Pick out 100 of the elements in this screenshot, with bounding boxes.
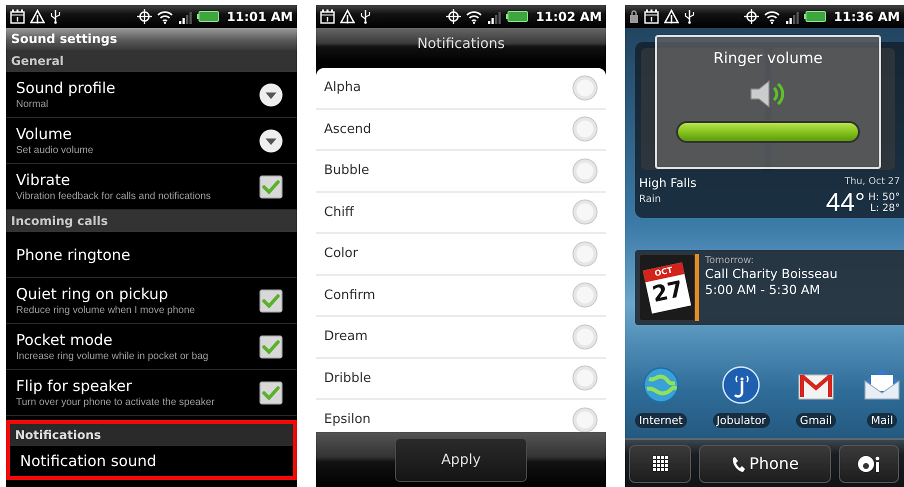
event-time: 5:00 AM - 5:30 AM xyxy=(705,282,822,298)
option-label: Color xyxy=(324,246,358,262)
section-header: Incoming calls xyxy=(6,210,297,232)
city-name: High Falls xyxy=(639,176,696,190)
radio-button[interactable] xyxy=(572,406,598,432)
checkbox[interactable] xyxy=(259,380,283,404)
checkbox[interactable] xyxy=(259,288,283,312)
option-label: Bubble xyxy=(324,163,370,178)
option-row[interactable]: Confirm xyxy=(316,276,606,317)
settings-row[interactable]: Pocket mode Increase ring volume while in pocket or bag xyxy=(6,324,297,370)
row-subtitle: Set audio volume xyxy=(16,145,94,156)
settings-row[interactable]: Flip for speaker Turn over your phone to activate the speaker xyxy=(6,370,297,416)
option-label: Dribble xyxy=(324,370,372,386)
wifi-icon xyxy=(466,10,482,24)
row-subtitle: Reduce ring volume when I move phone xyxy=(16,305,195,316)
row-title: Vibrate xyxy=(16,171,72,189)
app-drawer-button[interactable] xyxy=(629,444,691,482)
row-subtitle: Vibration feedback for calls and notifications xyxy=(16,191,211,202)
event-widget[interactable]: OCT 27 Tomorrow: Call Charity Boisseau 5:00 AM - 5:30 AM xyxy=(635,250,904,325)
battery-icon xyxy=(506,11,528,22)
phone-button[interactable]: Phone xyxy=(699,444,831,482)
radio-button[interactable] xyxy=(572,158,598,184)
app-label[interactable]: Internet xyxy=(635,413,687,428)
settings-row[interactable]: Phone ringtone xyxy=(6,232,297,278)
settings-row[interactable]: Notification sound xyxy=(10,446,293,476)
person-icon xyxy=(858,454,880,472)
option-row[interactable]: Color xyxy=(316,234,606,276)
signal-icon xyxy=(486,10,501,24)
warning-icon xyxy=(664,9,679,24)
calendar-icon xyxy=(320,9,335,24)
option-row[interactable]: Dream xyxy=(316,317,606,358)
signal-icon xyxy=(784,10,799,24)
row-title: Quiet ring on pickup xyxy=(16,285,170,303)
dialog-title: Notifications xyxy=(316,28,606,62)
radio-button[interactable] xyxy=(572,74,598,101)
option-row[interactable]: Chiff xyxy=(316,192,606,234)
radio-button[interactable] xyxy=(572,365,598,392)
usb-icon xyxy=(360,9,371,24)
dropdown-icon[interactable] xyxy=(259,82,283,106)
app-label[interactable]: Gmail xyxy=(796,413,836,428)
usb-icon xyxy=(50,9,61,24)
lock-icon xyxy=(629,10,639,24)
handset-icon xyxy=(731,456,746,472)
row-subtitle: Normal xyxy=(16,99,50,110)
row-title: Volume xyxy=(16,125,73,143)
settings-row[interactable]: Sound profile Normal xyxy=(6,72,297,118)
dropdown-icon[interactable] xyxy=(259,128,283,152)
high-temperature: H: 50° xyxy=(868,192,900,202)
warning-icon xyxy=(30,9,45,24)
radio-button[interactable] xyxy=(572,240,598,267)
option-label: Dream xyxy=(324,329,368,344)
screen-title: Sound settings xyxy=(6,28,297,50)
status-time: 11:01 AM xyxy=(226,9,293,24)
settings-row[interactable]: Volume Set audio volume xyxy=(6,118,297,164)
gps-icon xyxy=(136,9,152,24)
signal-icon xyxy=(178,10,192,24)
section-header: General xyxy=(6,50,297,72)
popup-title: Ringer volume xyxy=(713,49,823,67)
wifi-icon xyxy=(156,10,173,24)
battery-icon xyxy=(196,11,219,22)
app-label[interactable]: Mail xyxy=(866,413,898,428)
event-label: Tomorrow: xyxy=(705,255,755,266)
radio-button[interactable] xyxy=(572,324,598,350)
grid-icon xyxy=(652,456,668,471)
accent-bar xyxy=(695,254,699,321)
wifi-icon xyxy=(764,10,780,24)
section-header: Notifications xyxy=(10,424,293,446)
usb-icon xyxy=(684,9,695,24)
battery-icon xyxy=(804,11,826,22)
calendar-icon xyxy=(10,9,25,24)
apply-button[interactable]: Apply xyxy=(395,438,527,482)
warning-icon xyxy=(340,9,355,24)
contacts-button[interactable] xyxy=(839,444,899,482)
weather-condition: Rain xyxy=(639,194,662,205)
globe-icon[interactable] xyxy=(640,365,681,405)
row-title: Sound profile xyxy=(16,79,116,97)
option-row[interactable]: Ascend xyxy=(316,110,606,151)
radio-button[interactable] xyxy=(572,282,598,308)
row-title: Notification sound xyxy=(20,452,156,470)
option-row[interactable]: Alpha xyxy=(316,68,606,110)
settings-row[interactable]: Quiet ring on pickup Reduce ring volume when I move phone xyxy=(6,278,297,324)
clock-date: Thu, Oct 27 xyxy=(844,176,900,187)
option-label: Chiff xyxy=(324,204,354,220)
row-title: Flip for speaker xyxy=(16,377,133,395)
option-label: Confirm xyxy=(324,288,376,303)
gps-icon xyxy=(446,9,461,24)
checkbox[interactable] xyxy=(259,174,283,198)
row-title: Phone ringtone xyxy=(16,246,130,264)
option-label: Epsilon xyxy=(324,412,371,428)
option-row[interactable]: Bubble xyxy=(316,151,606,192)
radio-button[interactable] xyxy=(572,116,598,142)
row-title: Pocket mode xyxy=(16,331,114,349)
option-label: Alpha xyxy=(324,80,361,96)
row-subtitle: Increase ring volume while in pocket or bag xyxy=(16,351,208,362)
option-row[interactable]: Dribble xyxy=(316,358,606,400)
antenna-icon[interactable] xyxy=(721,365,762,405)
app-label[interactable]: Jobulator xyxy=(712,413,770,428)
checkbox[interactable] xyxy=(259,334,283,358)
radio-button[interactable] xyxy=(572,199,598,226)
status-time: 11:36 AM xyxy=(834,9,900,24)
